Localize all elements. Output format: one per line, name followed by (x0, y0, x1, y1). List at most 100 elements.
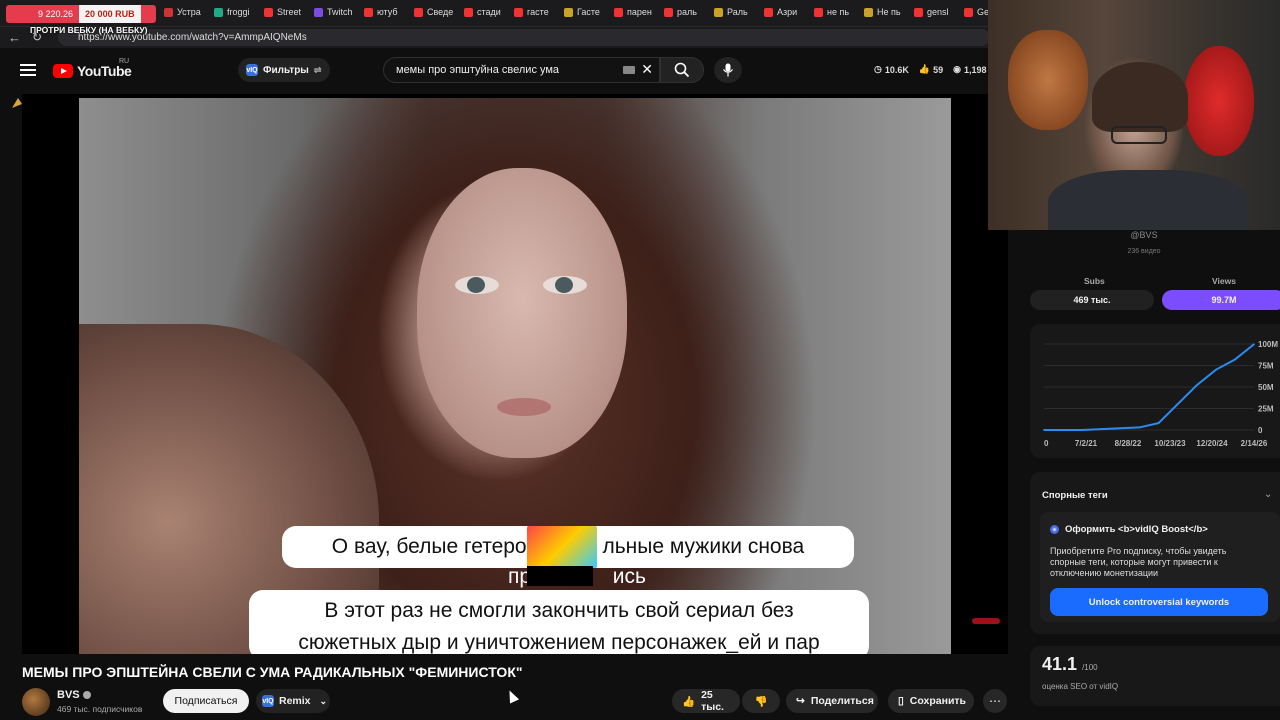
keyboard-icon[interactable] (623, 66, 635, 74)
clear-search-icon[interactable]: ✕ (641, 61, 653, 78)
subs-label: Subs (1084, 276, 1105, 286)
chart-x-tick-label: 2/14/26 (1241, 439, 1268, 448)
subscribe-button[interactable]: Подписаться (163, 689, 249, 713)
left-eye (455, 276, 499, 294)
voice-search-button[interactable] (714, 57, 742, 83)
clock-icon: ◷ (874, 64, 882, 74)
tab-label: Гасте (577, 7, 600, 17)
like-button[interactable]: 👍 25 тыс. (672, 689, 740, 713)
microphone-icon (723, 63, 733, 77)
views-data-point (1062, 429, 1064, 431)
browser-tab[interactable]: ютуб (362, 4, 410, 20)
tab-label: раль (677, 7, 697, 17)
tab-favicon-icon (564, 7, 573, 17)
streamer-glasses (1111, 126, 1167, 144)
browser-tab[interactable]: гастe (512, 4, 560, 20)
browser-tab[interactable]: Street (262, 4, 310, 20)
streamer-webcam (988, 0, 1280, 230)
browser-tab[interactable]: Twitch (312, 4, 360, 20)
boost-title: Оформить <b>vidIQ Boost</b> (1050, 524, 1208, 535)
video-count: 236 видео (1127, 248, 1161, 255)
search-button[interactable] (660, 57, 704, 83)
face (417, 168, 627, 458)
browser-tab[interactable]: froggi (212, 4, 260, 20)
browser-tab[interactable]: Сведе (412, 4, 460, 20)
tab-label: Раль (727, 7, 748, 17)
likes-stat: 👍 59 (918, 64, 944, 75)
filters-label: Фильтры (263, 64, 309, 76)
browser-tab[interactable]: стади (462, 4, 510, 20)
subs-value[interactable]: 469 тыс. (1030, 290, 1154, 310)
tab-favicon-icon (914, 7, 923, 17)
tab-label: Сведе (427, 7, 454, 17)
browser-tab[interactable]: Гасте (562, 4, 610, 20)
more-actions-button[interactable]: ⋯ (983, 689, 1007, 713)
channel-watermark[interactable] (972, 618, 1000, 624)
vidiq-icon: vIQ (246, 64, 258, 76)
chart-y-tick-label: 100M (1258, 340, 1278, 349)
views-data-point (1234, 358, 1236, 361)
chart-y-tick-label: 75M (1258, 362, 1274, 371)
tab-favicon-icon (514, 7, 523, 17)
save-button[interactable]: ▯ Сохранить (888, 689, 974, 713)
browser-tab[interactable]: Азри (762, 4, 810, 20)
tab-label: Не пь (877, 7, 901, 17)
views-data-point (1081, 429, 1084, 431)
browser-tab[interactable]: Не пь (862, 4, 910, 20)
tab-favicon-icon (364, 7, 373, 17)
search-input[interactable]: мемы про эпштуйна свелис ума ✕ (383, 57, 660, 83)
bookmark-icon: ▯ (898, 695, 904, 707)
chevron-down-icon[interactable]: ⌄ (1264, 489, 1272, 500)
browser-tab[interactable]: парен (612, 4, 660, 20)
url-field[interactable]: https://www.youtube.com/watch?v=AmmpAIQN… (58, 29, 990, 46)
tab-favicon-icon (664, 7, 673, 17)
tab-label: Устра (177, 7, 201, 17)
eye-icon: ◉ (953, 64, 961, 74)
browser-tab[interactable]: gensl (912, 4, 960, 20)
tab-favicon-icon (864, 7, 873, 17)
chart-x-tick-label: 0 (1044, 439, 1049, 448)
video-player[interactable]: О вау, белые гетеро льные мужики снова п… (22, 94, 1008, 654)
share-button[interactable]: ↪ Поделиться (786, 689, 878, 713)
tab-favicon-icon (814, 7, 823, 17)
views-data-point (1253, 343, 1255, 346)
youtube-header: YouTube RU vIQ Фильтры ⇌ мемы про эпштуй… (0, 48, 988, 94)
lips (497, 398, 551, 416)
dislike-button[interactable]: 👎 (742, 689, 780, 713)
browser-tab[interactable]: Устра (162, 4, 210, 20)
browser-tab[interactable]: не пь (812, 4, 860, 20)
left-gutter (0, 94, 22, 664)
menu-icon[interactable] (20, 64, 36, 76)
unlock-keywords-button[interactable]: Unlock controversial keywords (1050, 588, 1268, 616)
browser-tabs: Устра froggi Street Twitch ютуб Сведе стади гас… (162, 4, 1000, 20)
channel-handle: @BVS (1130, 230, 1158, 240)
tab-label: Азри (777, 7, 798, 17)
youtube-logo-text: YouTube (77, 63, 132, 79)
tab-label: Twitch (327, 7, 353, 17)
browser-tab[interactable]: Раль (712, 4, 760, 20)
tab-favicon-icon (764, 7, 773, 17)
channel-avatar[interactable] (22, 688, 50, 716)
chart-y-tick-label: 0 (1258, 426, 1263, 435)
channel-name[interactable]: BVS (57, 689, 91, 701)
back-arrow-icon[interactable]: ← (8, 30, 21, 45)
comments-stat: ◉ 1,198 (953, 64, 987, 75)
youtube-logo[interactable]: YouTube RU (53, 58, 132, 79)
tab-label: не пь (827, 7, 850, 17)
views-chart-card: 0 25M 50M 75M 100M 0 7/2/21 8/28/22 10/23/23 12/2… (1030, 324, 1280, 458)
browser-tab[interactable]: раль (662, 4, 710, 20)
tab-label: Street (277, 7, 302, 17)
tab-favicon-icon (214, 7, 223, 17)
views-value[interactable]: 99.7M (1162, 290, 1280, 310)
tab-label: ютуб (377, 7, 398, 17)
chart-y-tick-label: 25M (1258, 405, 1274, 414)
remix-button[interactable]: vIQ Remix ⌄ (256, 689, 330, 713)
share-icon: ↪ (796, 695, 805, 707)
tab-label: froggi (227, 7, 250, 17)
controversial-tags-card: Спорные теги ⌄ Оформить <b>vidIQ Boost</… (1030, 472, 1280, 634)
tab-favicon-icon (264, 7, 273, 17)
browser-address-bar: ← ↻ https://www.youtube.com/watch?v=Ammp… (0, 26, 1000, 48)
video-title: МЕМЫ ПРО ЭПШТЕЙНА СВЕЛИ С УМА РАДИКАЛЬНЫ… (22, 664, 523, 680)
search-icon (674, 62, 690, 78)
vidiq-filters-button[interactable]: vIQ Фильтры ⇌ (238, 58, 330, 82)
